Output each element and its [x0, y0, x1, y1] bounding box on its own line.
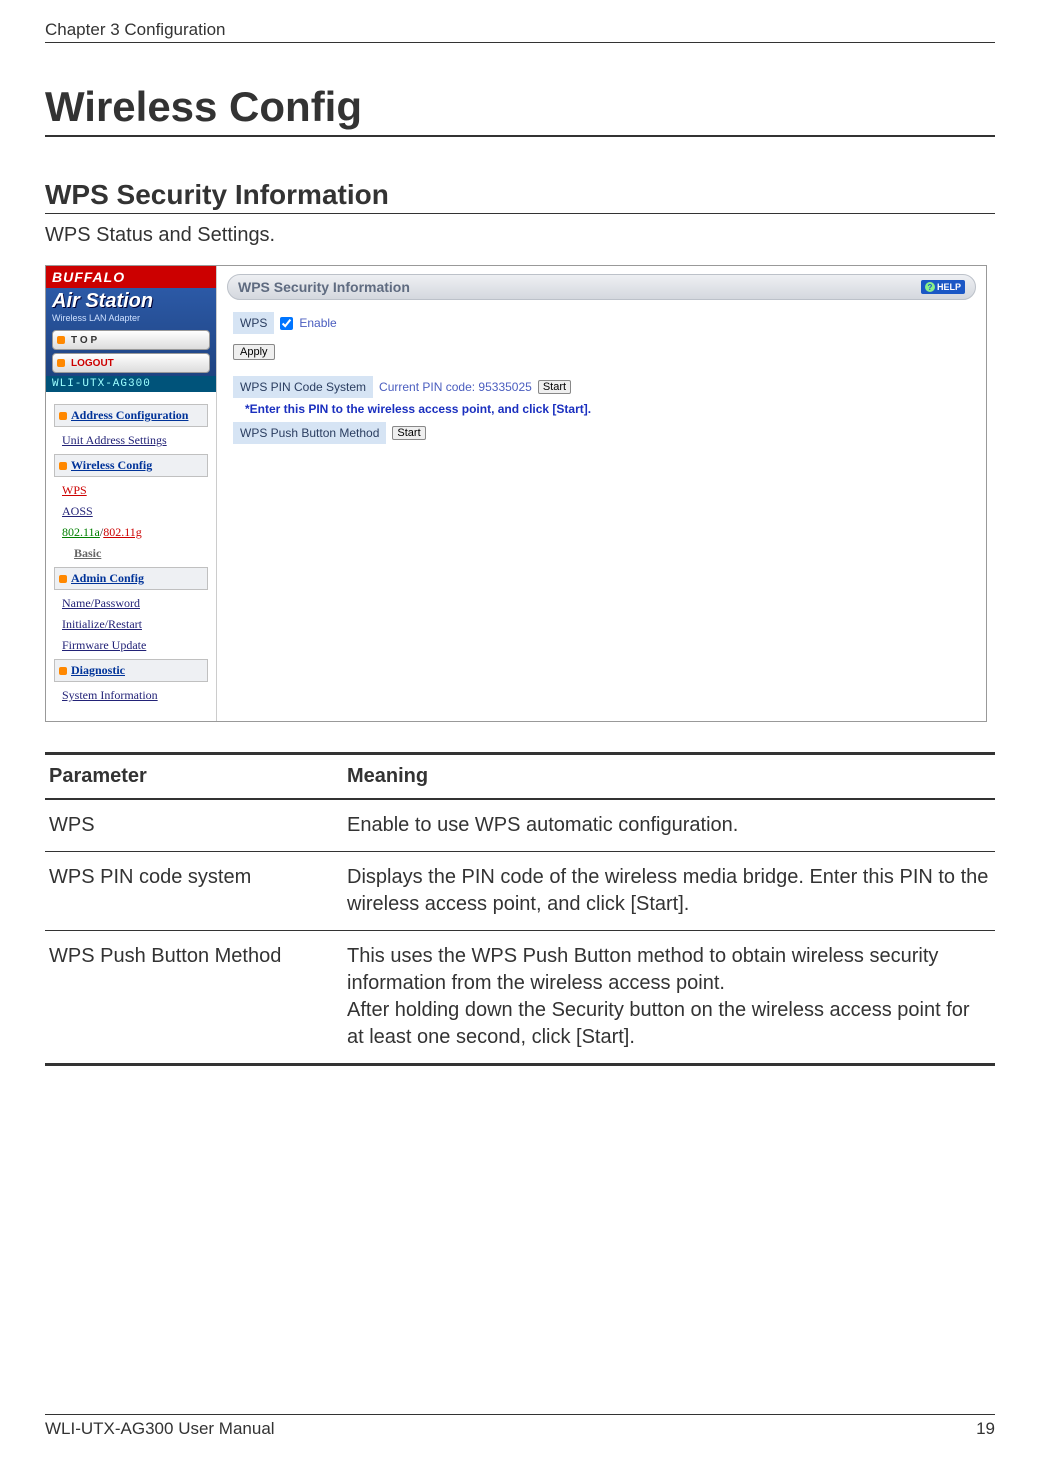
- sidebar-item-aoss[interactable]: AOSS: [62, 504, 208, 519]
- bullet-icon: [57, 336, 65, 344]
- logout-button[interactable]: LOGOUT: [52, 353, 210, 373]
- bullet-icon: [59, 412, 67, 420]
- pin-block: WPS PIN Code System Current PIN code: 95…: [233, 376, 976, 444]
- push-row: WPS Push Button Method Start: [233, 422, 976, 444]
- table-row: WPS Enable to use WPS automatic configur…: [45, 799, 995, 852]
- sidebar: BUFFALO Air Station Wireless LAN Adapter…: [46, 266, 217, 721]
- sidebar-item-label: AOSS: [62, 504, 93, 518]
- sidebar-item-wireless-config[interactable]: Wireless Config: [54, 454, 208, 477]
- sidebar-item-label: Initialize/Restart: [62, 617, 142, 631]
- pin-start-button[interactable]: Start: [538, 380, 571, 394]
- band-a-label: 802.11a: [62, 525, 100, 539]
- sidebar-item-band[interactable]: 802.11a/802.11g: [62, 525, 208, 540]
- content-panel: WPS Security Information ?HELP WPS Enabl…: [217, 266, 986, 721]
- table-row: WPS Push Button Method This uses the WPS…: [45, 931, 995, 1065]
- pin-label: WPS PIN Code System: [233, 376, 373, 398]
- model-label: WLI-UTX-AG300: [46, 376, 216, 392]
- push-start-button[interactable]: Start: [392, 426, 425, 440]
- push-label: WPS Push Button Method: [233, 422, 386, 444]
- footer-page-number: 19: [976, 1419, 995, 1439]
- enable-label: Enable: [299, 316, 336, 330]
- sidebar-header: BUFFALO Air Station Wireless LAN Adapter…: [46, 266, 216, 392]
- sidebar-item-label: Address Configuration: [71, 408, 188, 423]
- help-label: HELP: [937, 282, 961, 292]
- pin-hint: *Enter this PIN to the wireless access p…: [245, 402, 976, 416]
- sidebar-item-address-config[interactable]: Address Configuration: [54, 404, 208, 427]
- bullet-icon: [57, 359, 65, 367]
- meaning-cell: Enable to use WPS automatic configuratio…: [343, 799, 995, 852]
- sidebar-item-label: WPS: [62, 483, 87, 497]
- bullet-icon: [59, 575, 67, 583]
- panel-title-bar: WPS Security Information ?HELP: [227, 274, 976, 300]
- top-button-label: T O P: [71, 335, 97, 346]
- wps-enable-checkbox[interactable]: [280, 317, 293, 330]
- intro-text: WPS Status and Settings.: [45, 224, 995, 247]
- sidebar-item-admin-config[interactable]: Admin Config: [54, 567, 208, 590]
- table-row: WPS PIN code system Displays the PIN cod…: [45, 852, 995, 931]
- sidebar-item-basic[interactable]: Basic: [74, 546, 208, 561]
- sidebar-item-wps[interactable]: WPS: [62, 483, 208, 498]
- sidebar-item-label: Unit Address Settings: [62, 433, 167, 447]
- parameter-table: Parameter Meaning WPS Enable to use WPS …: [45, 752, 995, 1066]
- top-button[interactable]: T O P: [52, 330, 210, 350]
- bullet-icon: [59, 462, 67, 470]
- param-cell: WPS: [45, 799, 343, 852]
- sidebar-item-name-password[interactable]: Name/Password: [62, 596, 208, 611]
- config-screenshot: BUFFALO Air Station Wireless LAN Adapter…: [45, 265, 987, 722]
- page-footer: WLI-UTX-AG300 User Manual 19: [45, 1414, 995, 1439]
- sidebar-item-label: System Information: [62, 688, 158, 702]
- table-header-meaning: Meaning: [343, 754, 995, 800]
- side-nav: Address Configuration Unit Address Setti…: [46, 392, 216, 721]
- bullet-icon: [59, 667, 67, 675]
- sidebar-item-initialize[interactable]: Initialize/Restart: [62, 617, 208, 632]
- wps-label: WPS: [233, 312, 274, 334]
- sidebar-item-label: Admin Config: [71, 571, 144, 586]
- help-icon: ?: [925, 282, 935, 292]
- logout-button-label: LOGOUT: [71, 358, 114, 369]
- running-header: Chapter 3 Configuration: [45, 20, 995, 43]
- param-cell: WPS PIN code system: [45, 852, 343, 931]
- section-title: WPS Security Information: [45, 179, 995, 214]
- footer-left: WLI-UTX-AG300 User Manual: [45, 1419, 275, 1439]
- param-cell: WPS Push Button Method: [45, 931, 343, 1065]
- sidebar-item-label: Name/Password: [62, 596, 140, 610]
- sidebar-item-system-info[interactable]: System Information: [62, 688, 208, 703]
- wps-enable-row: WPS Enable: [233, 312, 976, 334]
- help-button[interactable]: ?HELP: [921, 280, 965, 294]
- sidebar-item-diagnostic[interactable]: Diagnostic: [54, 659, 208, 682]
- pin-row: WPS PIN Code System Current PIN code: 95…: [233, 376, 976, 398]
- sidebar-item-firmware[interactable]: Firmware Update: [62, 638, 208, 653]
- meaning-cell: This uses the WPS Push Button method to …: [343, 931, 995, 1065]
- product-subtitle: Wireless LAN Adapter: [46, 313, 216, 327]
- apply-button[interactable]: Apply: [233, 344, 275, 360]
- meaning-cell: Displays the PIN code of the wireless me…: [343, 852, 995, 931]
- sidebar-item-label: Firmware Update: [62, 638, 146, 652]
- product-logo: Air Station: [46, 288, 216, 313]
- pin-value: Current PIN code: 95335025: [379, 380, 532, 394]
- sidebar-item-unit-address[interactable]: Unit Address Settings: [62, 433, 208, 448]
- brand-logo: BUFFALO: [46, 266, 216, 288]
- panel-title: WPS Security Information: [238, 279, 410, 295]
- band-g-label: 802.11g: [103, 525, 142, 539]
- sidebar-item-label: Wireless Config: [71, 458, 152, 473]
- page-title: Wireless Config: [45, 83, 995, 137]
- sidebar-item-label: Diagnostic: [71, 663, 125, 678]
- table-header-parameter: Parameter: [45, 754, 343, 800]
- sidebar-item-label: Basic: [74, 546, 101, 560]
